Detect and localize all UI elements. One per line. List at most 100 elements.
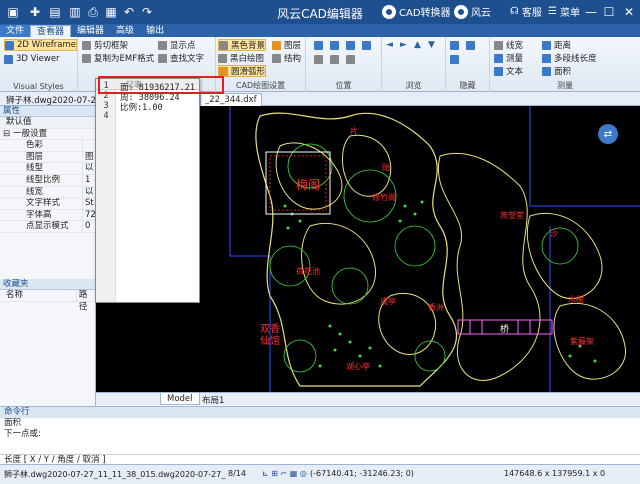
pan-button[interactable] (314, 53, 326, 65)
tab-viewer[interactable]: 查看器 (30, 25, 72, 37)
property-row[interactable]: 线型以 (0, 163, 95, 175)
properties-spacer (0, 233, 95, 279)
hide-toggle-3[interactable] (450, 53, 462, 65)
properties-header: 属性 (0, 106, 95, 117)
brand-button[interactable]: 风云 (454, 4, 491, 19)
text-icon (494, 66, 503, 76)
group-label-browse: 浏览 (405, 81, 422, 90)
property-row[interactable]: 线型比例 1 (0, 174, 95, 187)
close-icon[interactable]: ✕ (620, 3, 638, 21)
property-row[interactable]: 文字样式 St (0, 198, 95, 210)
viewer-3d-button[interactable]: 3D Viewer (4, 53, 60, 65)
group-label-measure: 测量 (557, 81, 573, 90)
polyline-length-button[interactable]: 多段线长度 (542, 52, 597, 64)
translate-icon[interactable]: ⇄ (598, 124, 618, 144)
service-button[interactable]: ☊ 客服 (510, 4, 542, 19)
favorites-header: 收藏夹 (0, 278, 95, 290)
zoom-in-button[interactable] (314, 39, 326, 51)
property-row[interactable]: 字体高 72 (0, 209, 95, 222)
arrow-right-icon: ► (400, 40, 407, 50)
bw-icon (218, 53, 227, 63)
area-button[interactable]: 面积 (542, 65, 571, 77)
measurement-popup: 记事 1 面: 81936217.21 2 周: 38096.24 3 比例:1.00… (95, 78, 200, 303)
group-position: 位置 (306, 37, 382, 92)
tab-output[interactable]: 输出 (140, 25, 170, 37)
zoom-extents-icon (362, 40, 371, 50)
arrow-left-icon: ◄ (386, 40, 393, 50)
tab-editor[interactable]: 编辑器 (71, 25, 110, 37)
new-icon[interactable]: ✚ (26, 3, 44, 21)
cad-converter-button[interactable]: CAD转换器 (382, 4, 451, 19)
measure-button[interactable]: 测量 (494, 52, 523, 64)
collapse-icon[interactable]: ⊟ (0, 129, 10, 140)
property-row[interactable]: 色彩 (0, 140, 95, 152)
text-button[interactable]: 文本 (494, 65, 523, 77)
cad-canvas[interactable]: 梅阁 双香仙馆 荷花池 片 贻 成亭 修竹阁 香洲 湖心亭 桥 沙 水榭 紫藤架… (200, 106, 640, 392)
browse-prev-button[interactable]: ► (400, 39, 409, 51)
mirror-button[interactable] (346, 53, 358, 65)
popup-gutter (96, 90, 116, 302)
document-tab-1[interactable]: 狮子林.dwg2020-07-27_11_14_22_344.dxf (2, 93, 96, 106)
structure-button[interactable]: 结构 (272, 52, 301, 64)
canvas-label-bridge: 桥 (500, 325, 510, 335)
app-logo-icon: ▣ (7, 5, 19, 19)
copy-emf-button[interactable]: 复制为EMF格式 (82, 52, 154, 64)
print-icon[interactable]: ⎙ (84, 3, 102, 21)
favorites-columns: 名称 路径 (0, 289, 95, 312)
document-tab-active[interactable]: _22_344.dxf (200, 93, 262, 106)
wireframe-2d-button[interactable]: 2D Wireframe (4, 39, 77, 51)
open-icon[interactable]: ▤ (46, 3, 64, 21)
canvas-label-xiu: 修竹阁 (372, 193, 396, 202)
property-row[interactable]: 线宽以 (0, 186, 95, 199)
group-label-cad-settings: CAD绘图设置 (235, 81, 286, 90)
find-text-button[interactable]: 查找文字 (158, 52, 204, 64)
browse-first-button[interactable]: ◄ (386, 39, 395, 51)
status-toggle-icons[interactable]: ⊾ ⊞ ⌐ ▦ ◎ (262, 469, 307, 478)
redo-icon[interactable]: ↷ (138, 3, 156, 21)
bw-drawing-button[interactable]: 黑白绘图 (218, 52, 264, 64)
tab-file[interactable]: 文件 (0, 25, 31, 37)
status-drawing-size: 147648.6 x 137959.1 x 0 (504, 469, 606, 478)
title-bar: ▣ ✚ ▤ ▥ ⎙ ▦ ↶ ↷ 风云CAD编辑器 CAD转换器 风云 ☊ 客服 … (0, 0, 640, 24)
hide-toggle-1[interactable] (450, 39, 462, 51)
show-points-button[interactable]: 显示点 (158, 39, 196, 51)
undo-icon[interactable]: ↶ (120, 3, 138, 21)
line-width-button[interactable]: 线宽 (494, 39, 523, 51)
tab-layout1[interactable]: 布局1 (196, 393, 230, 406)
tab-advanced[interactable]: 高级 (110, 25, 140, 37)
hide-icon (450, 40, 459, 50)
status-bar: 狮子林.dwg2020-07-27_11_11_38_015.dwg2020-0… (0, 464, 640, 484)
clip-frame-button[interactable]: 剪切框架 (82, 39, 128, 51)
zoom-out-button[interactable] (330, 39, 342, 51)
hide-toggle-2[interactable] (466, 39, 478, 51)
zoom-extents-button[interactable] (362, 39, 374, 51)
property-row[interactable]: 点显示模式 0 (0, 221, 95, 233)
canvas-label-huting: 湖心亭 (346, 362, 370, 371)
maximize-icon[interactable]: ☐ (600, 3, 618, 21)
browse-down-button[interactable]: ▼ (428, 39, 437, 51)
cad-drawing (229, 106, 640, 392)
group-browse: ◄ ► ▲ ▼ 浏览 (382, 37, 446, 92)
group-label-hide: 隐藏 (459, 81, 476, 90)
minimize-icon[interactable]: — (582, 3, 600, 21)
browse-up-button[interactable]: ▲ (414, 39, 423, 51)
menu-button[interactable]: ☰ 菜单 (548, 4, 580, 19)
rotate-button[interactable] (330, 53, 342, 65)
tab-model[interactable]: Model (160, 393, 200, 405)
group-hide: 隐藏 (446, 37, 490, 92)
distance-button[interactable]: 距离 (542, 39, 571, 51)
save-icon[interactable]: ▥ (66, 3, 84, 21)
command-panel: 命令行 面积 下一点或: 长度 [ X / Y / 角度 / 取消 ] (0, 406, 640, 465)
smooth-arc-button[interactable]: 圆滑弧形 (218, 65, 267, 77)
black-background-button[interactable]: 黑色背景 (218, 39, 267, 51)
property-row[interactable]: 图层图 (0, 151, 95, 164)
wireframe-icon (5, 40, 14, 50)
zoom-window-button[interactable] (346, 39, 358, 51)
save-as-icon[interactable]: ▦ (102, 3, 120, 21)
general-settings-section[interactable]: ⊟ 一般设置 (0, 129, 95, 141)
group-visual-styles: 2D Wireframe 3D Viewer Visual Styles (0, 37, 78, 92)
default-row: 默认值 (0, 117, 95, 129)
status-coordinates: (-67140.41; -31246.23; 0) (310, 469, 414, 478)
command-header: 命令行 (0, 407, 640, 418)
layers-button[interactable]: 图层 (272, 39, 301, 51)
